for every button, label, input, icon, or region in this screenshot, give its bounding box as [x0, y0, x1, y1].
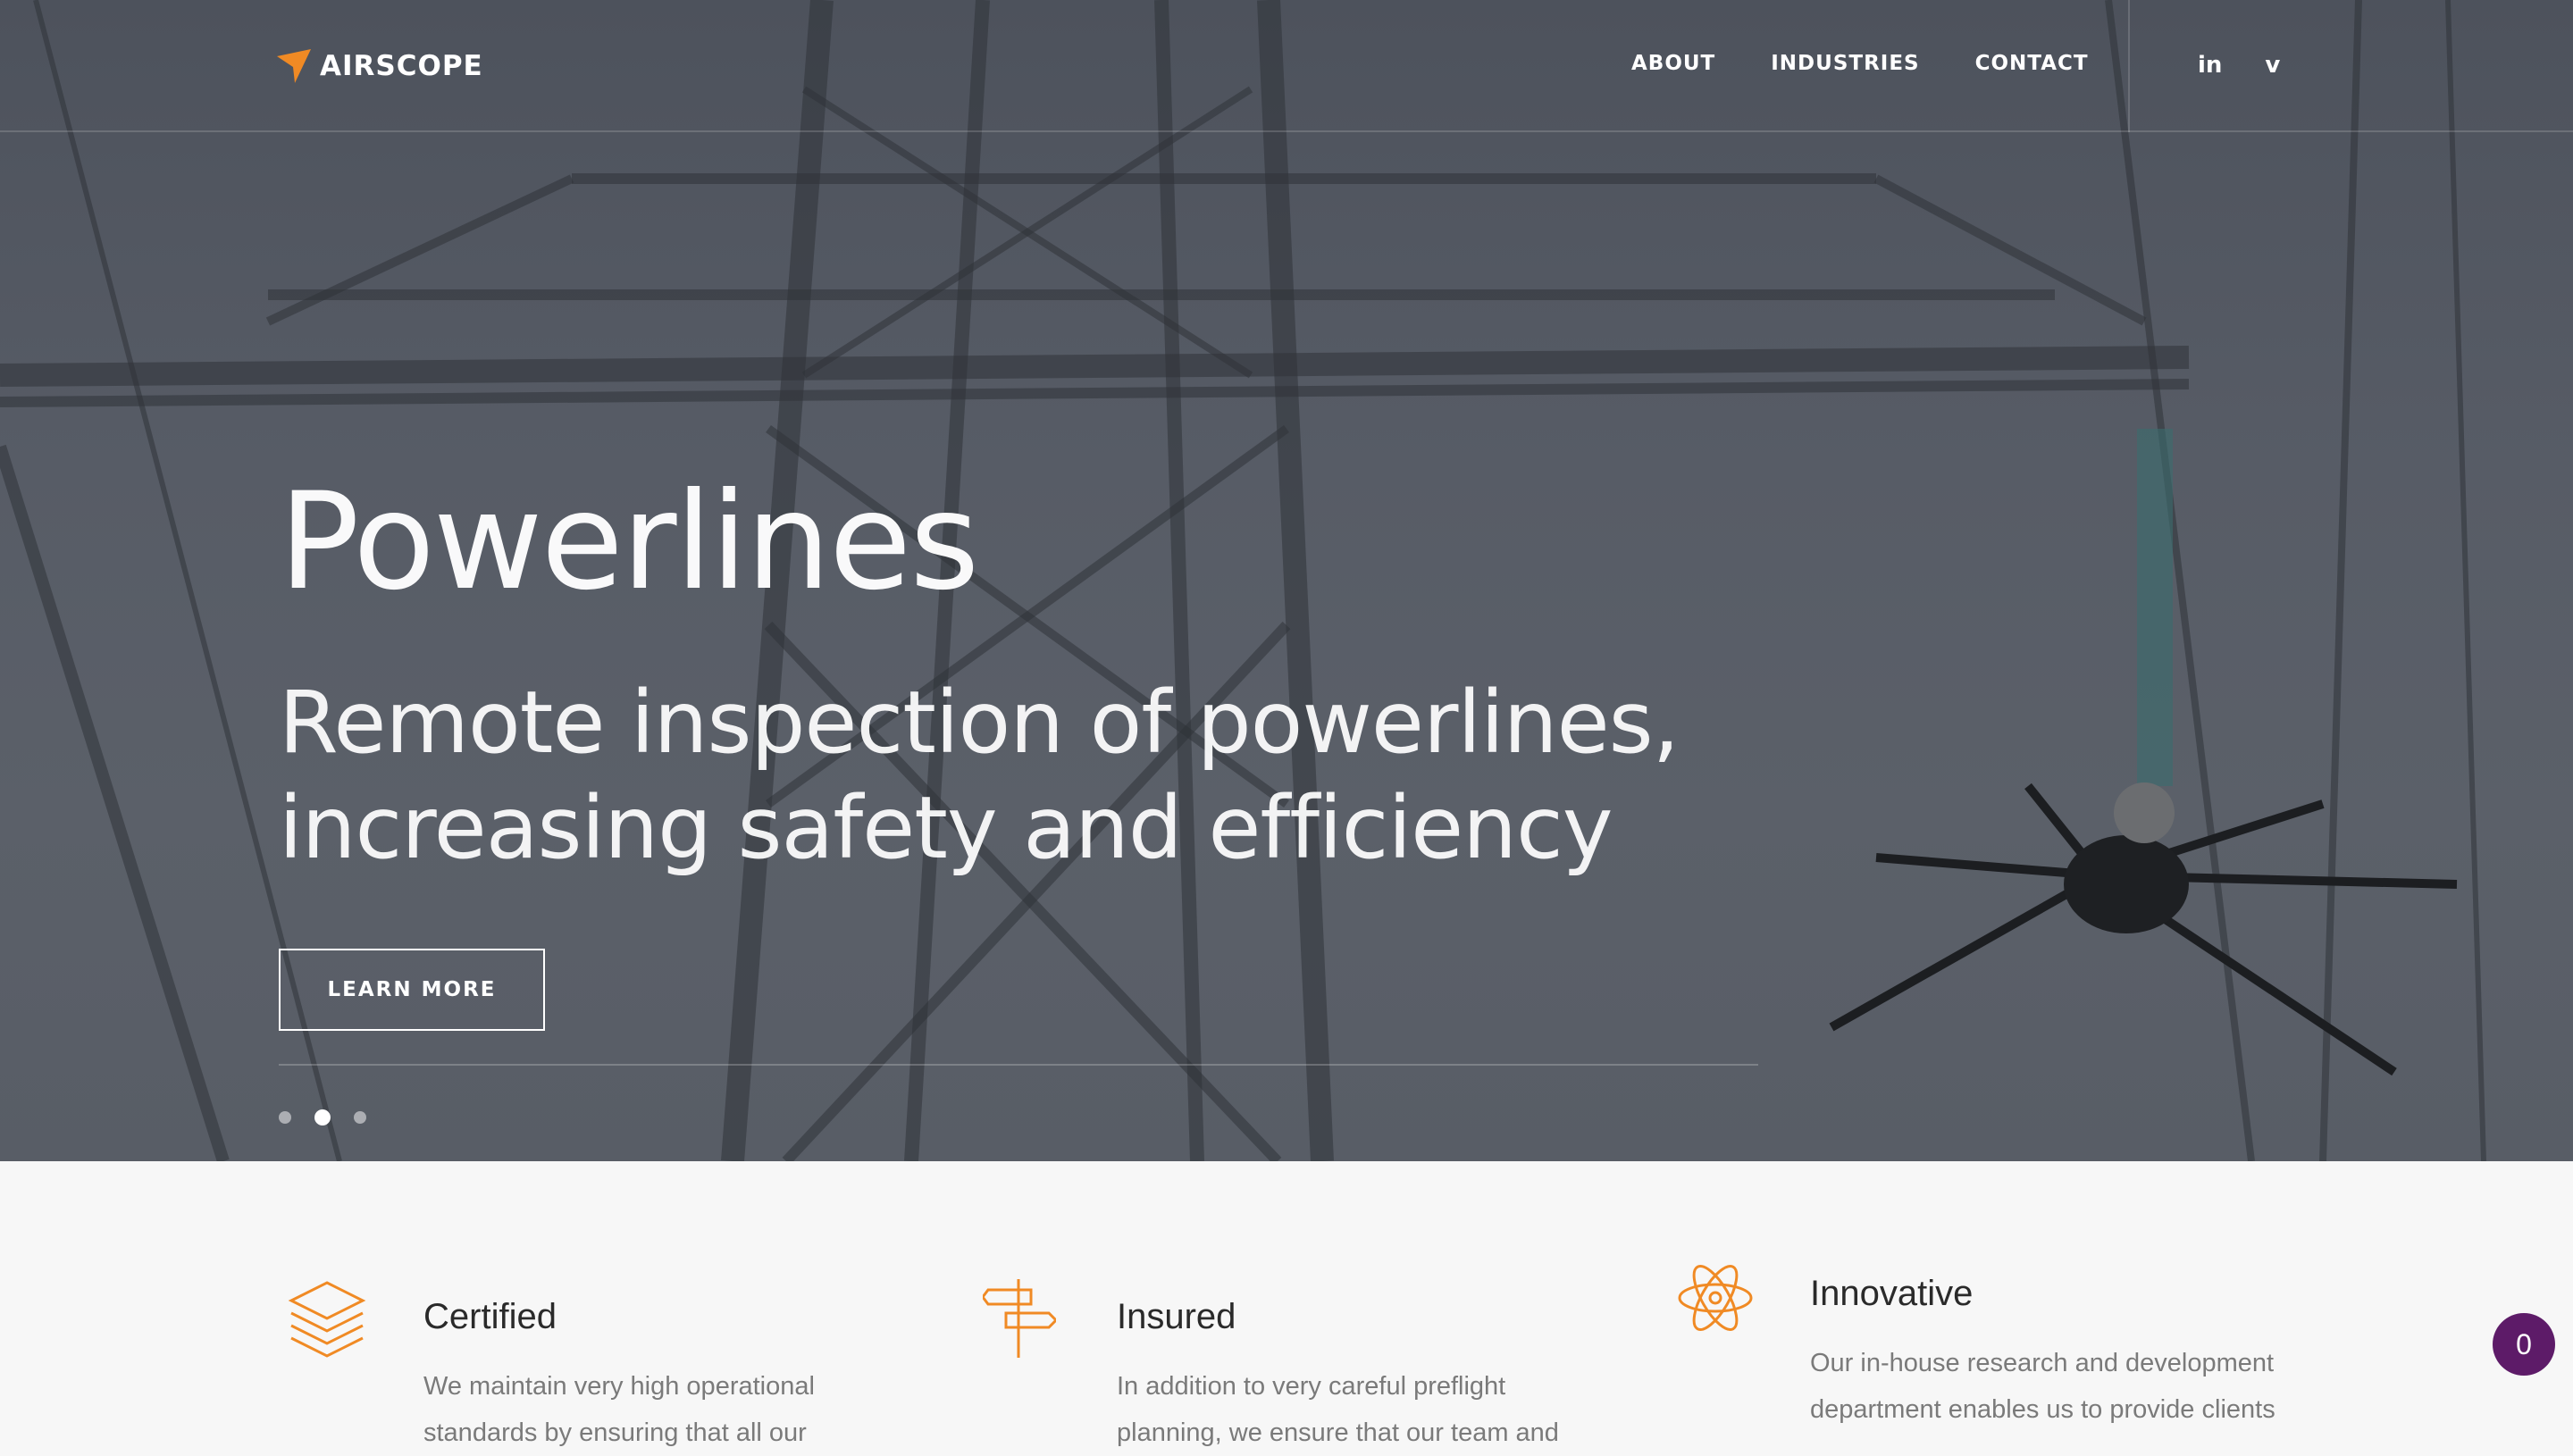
nav-industries[interactable]: INDUSTRIES	[1771, 52, 1919, 75]
linkedin-icon[interactable]: in	[2198, 52, 2222, 79]
hero-slider: AIRSCOPE ABOUT INDUSTRIES CONTACT in v P…	[0, 0, 2573, 1161]
slider-dot-2[interactable]	[314, 1109, 331, 1125]
feature-title: Insured	[1117, 1297, 1236, 1336]
feature-text: We maintain very high operational standa…	[423, 1372, 815, 1447]
main-nav: ABOUT INDUSTRIES CONTACT	[1631, 52, 2089, 75]
header: AIRSCOPE ABOUT INDUSTRIES CONTACT in v	[0, 0, 2573, 132]
header-divider	[2128, 0, 2130, 132]
slide-title: Powerlines	[279, 464, 979, 620]
vimeo-icon[interactable]: v	[2265, 52, 2280, 79]
atom-icon	[1678, 1265, 1753, 1331]
feature-title: Innovative	[1810, 1274, 1974, 1313]
slider-dot-3[interactable]	[354, 1111, 366, 1124]
hero-divider	[279, 1064, 1758, 1066]
paper-plane-logo-icon	[277, 49, 311, 83]
learn-more-button[interactable]: LEARN MORE	[279, 949, 545, 1031]
social-links: in v	[2198, 52, 2280, 79]
nav-contact[interactable]: CONTACT	[1975, 52, 2089, 75]
layers-icon	[288, 1281, 366, 1358]
slider-dots	[279, 1109, 366, 1125]
slide-subtitle: Remote inspection of powerlines, increas…	[279, 673, 1680, 878]
nav-about[interactable]: ABOUT	[1631, 52, 1715, 75]
brand-name: AIRSCOPE	[320, 50, 483, 82]
feature-title: Certified	[423, 1297, 557, 1336]
logo[interactable]: AIRSCOPE	[277, 46, 483, 86]
signpost-icon	[983, 1279, 1056, 1358]
features-section: Certified We maintain very high operatio…	[0, 1161, 2573, 1447]
slider-dot-1[interactable]	[279, 1111, 291, 1124]
feature-text: In addition to very careful preflight pl…	[1117, 1372, 1559, 1447]
feature-text: Our in-house research and development de…	[1810, 1349, 2275, 1424]
chat-badge[interactable]: 0	[2493, 1313, 2555, 1376]
